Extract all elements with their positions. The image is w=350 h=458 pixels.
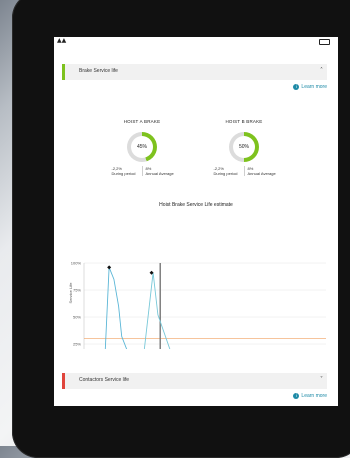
learn-more-link[interactable]: i Learn more [293, 84, 327, 90]
status-bar: ▲▲ [54, 37, 338, 45]
hoist-b-card: HOIST B BRAKE 50% -2,2% During period 8%… [209, 119, 279, 176]
chevron-down-icon[interactable]: ˅ [320, 376, 323, 383]
tablet-frame: ▲▲ Brake Service life ˄ i Learn more HOI… [12, 0, 350, 458]
series-line [104, 267, 128, 349]
stat-label: During period [213, 171, 238, 176]
hoist-a-card: HOIST A BRAKE 45% -2,2% During period 8%… [107, 119, 177, 176]
y-tick-label: 50% [73, 315, 81, 320]
brake-section-header[interactable]: Brake Service life ˄ [62, 64, 327, 80]
hoist-name: HOIST A BRAKE [123, 119, 161, 124]
replaced-marker [107, 265, 112, 270]
service-life-gauge: 45% [127, 132, 157, 162]
service-life-chart: 201620182020202220242026202820300%25%50%… [68, 261, 326, 349]
signal-icon: ▲▲ [57, 37, 67, 44]
section-title: Brake Service life [79, 68, 118, 74]
service-life-gauge: 50% [229, 132, 259, 162]
section-accent-bar [62, 373, 65, 389]
info-icon: i [293, 84, 300, 90]
y-axis-label: Service Life [68, 282, 73, 304]
learn-more-label: Learn more [301, 393, 327, 399]
battery-icon [319, 39, 330, 45]
y-tick-label: 25% [73, 342, 81, 347]
stat-label: Annual Average [247, 171, 276, 176]
y-tick-label: 75% [73, 288, 81, 293]
learn-more-label: Learn more [301, 84, 327, 90]
stat-during-period: -2,2% During period [109, 166, 142, 176]
section-title: Contactors Service life [79, 377, 130, 383]
y-tick-label: 100% [71, 261, 82, 266]
section-accent-bar [62, 64, 65, 80]
hoist-name: HOIST B BRAKE [225, 119, 263, 124]
gauge-label: 50% [233, 136, 255, 158]
stat-annual-average: 8% Annual Average [243, 166, 278, 176]
stat-label: Annual Average [145, 171, 174, 176]
chart-title: Hoist Brake Service Life estimate [159, 202, 233, 208]
contactors-section-header[interactable]: Contactors Service life ˅ [62, 373, 327, 389]
chevron-up-icon[interactable]: ˄ [320, 67, 323, 74]
gauge-label: 45% [131, 136, 153, 158]
stat-annual-average: 8% Annual Average [141, 166, 176, 176]
info-icon: i [293, 393, 300, 399]
stat-label: During period [111, 171, 136, 176]
stat-during-period: -2,2% During period [211, 166, 244, 176]
series-line [143, 272, 171, 349]
app-screen: ▲▲ Brake Service life ˄ i Learn more HOI… [54, 37, 338, 406]
learn-more-link[interactable]: i Learn more [293, 393, 327, 399]
